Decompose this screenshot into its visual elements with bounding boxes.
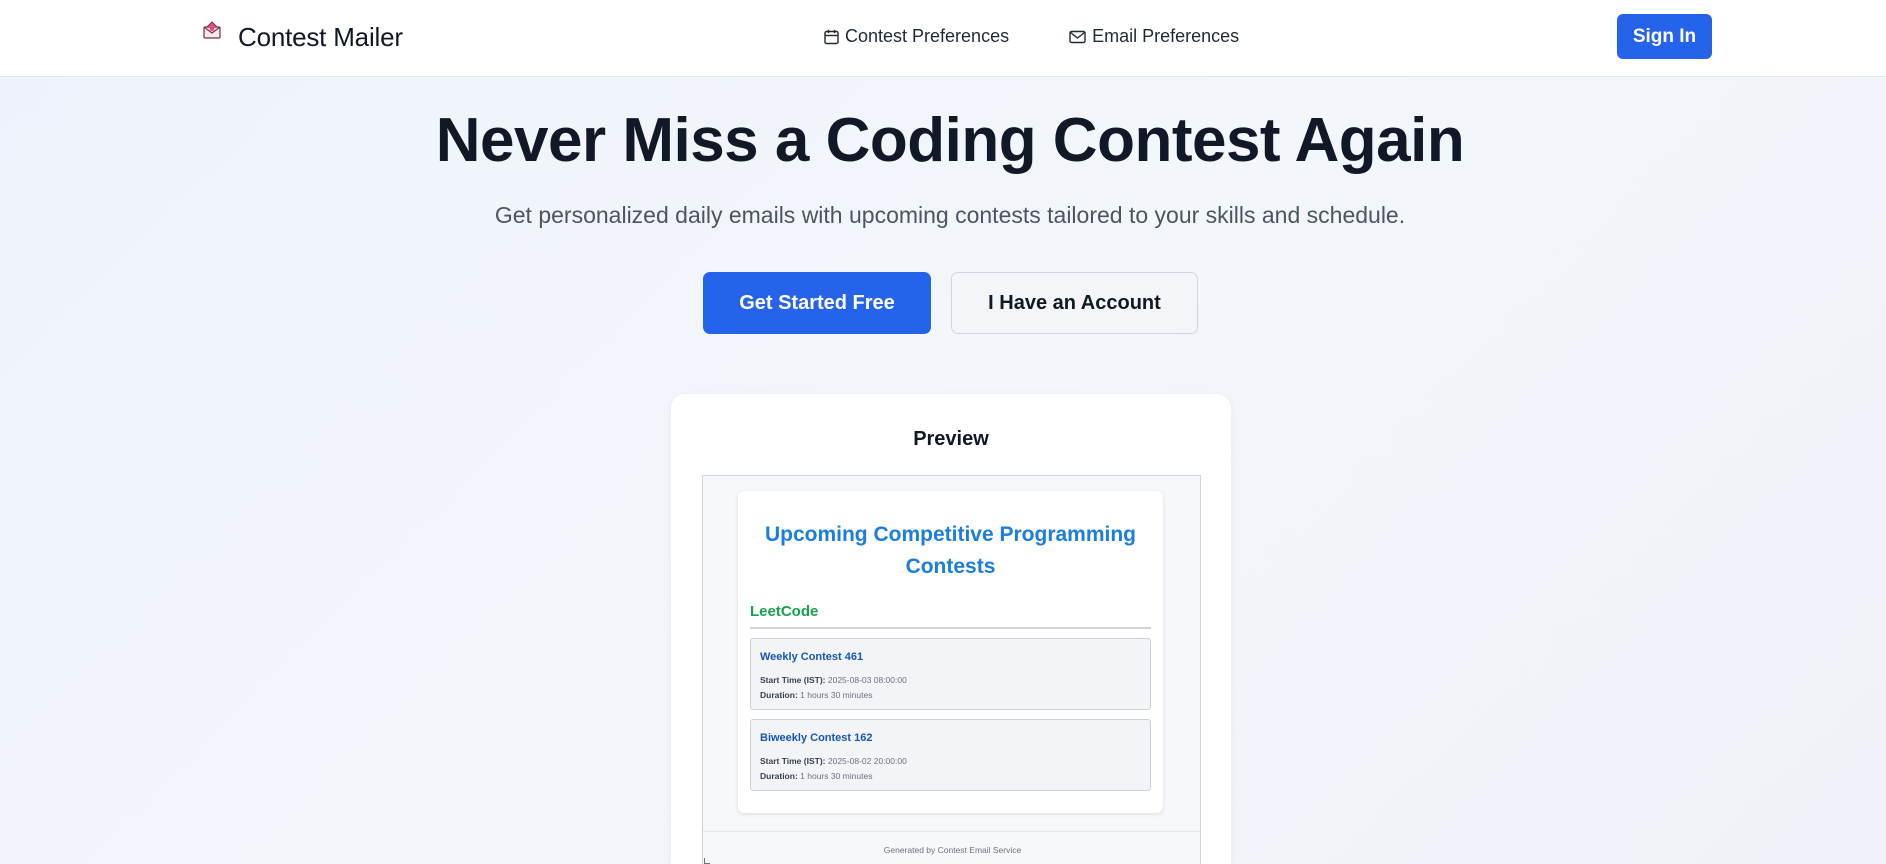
mail-icon (1069, 30, 1086, 43)
brand-name: Contest Mailer (238, 21, 403, 52)
contest-start-time: Start Time (IST): 2025-08-02 20:00:00 (760, 756, 907, 766)
contest-name: Weekly Contest 461 (760, 651, 864, 663)
preview-card: Preview Upcoming Competitive Programming… (671, 394, 1231, 864)
contest-card: Weekly Contest 461 Start Time (IST): 202… (750, 638, 1151, 710)
platform-name: LeetCode (750, 603, 819, 620)
start-time-label: Start Time (IST): (760, 675, 826, 685)
envelope-logo-icon (197, 21, 226, 53)
email-preview-frame[interactable]: Upcoming Competitive Programming Contest… (702, 475, 1201, 864)
nav-contest-preferences[interactable]: Contest Preferences (824, 26, 1009, 47)
preview-heading: Preview (913, 428, 989, 450)
sign-in-button[interactable]: Sign In (1617, 14, 1712, 59)
resize-handle-icon[interactable] (704, 858, 710, 864)
nav-contest-preferences-label: Contest Preferences (845, 26, 1010, 46)
contest-name: Biweekly Contest 162 (760, 732, 873, 744)
have-account-button[interactable]: I Have an Account (951, 272, 1198, 334)
duration-label: Duration: (760, 771, 798, 781)
hero-title: Never Miss a Coding Contest Again (435, 106, 1465, 175)
email-title: Upcoming Competitive Programming Contest… (764, 523, 1137, 578)
duration-label: Duration: (760, 690, 798, 700)
email-body: Upcoming Competitive Programming Contest… (738, 491, 1163, 813)
start-time-label: Start Time (IST): (760, 756, 826, 766)
email-footer: Generated by Contest Email Service (883, 845, 1022, 855)
duration-value: 1 hours 30 minutes (800, 771, 873, 781)
contest-duration: Duration: 1 hours 30 minutes (760, 771, 872, 781)
nav-email-preferences[interactable]: Email Preferences (1069, 26, 1239, 47)
duration-value: 1 hours 30 minutes (800, 690, 873, 700)
contest-card: Biweekly Contest 162 Start Time (IST): 2… (750, 719, 1151, 791)
contest-start-time: Start Time (IST): 2025-08-03 08:00:00 (760, 675, 907, 685)
get-started-button[interactable]: Get Started Free (703, 272, 931, 334)
brand[interactable]: Contest Mailer (197, 21, 403, 53)
nav-email-preferences-label: Email Preferences (1092, 26, 1240, 46)
start-time-value: 2025-08-02 20:00:00 (827, 756, 907, 766)
navbar: Contest Mailer Contest Preferences Email… (0, 0, 1886, 77)
platform-divider (750, 627, 1151, 629)
hero-subtitle: Get personalized daily emails with upcom… (494, 202, 1406, 228)
email-footer-divider (703, 831, 1200, 832)
calendar-icon (824, 29, 839, 44)
nav-links: Contest Preferences Email Preferences (824, 26, 1239, 47)
contest-duration: Duration: 1 hours 30 minutes (760, 690, 872, 700)
start-time-value: 2025-08-03 08:00:00 (827, 675, 907, 685)
